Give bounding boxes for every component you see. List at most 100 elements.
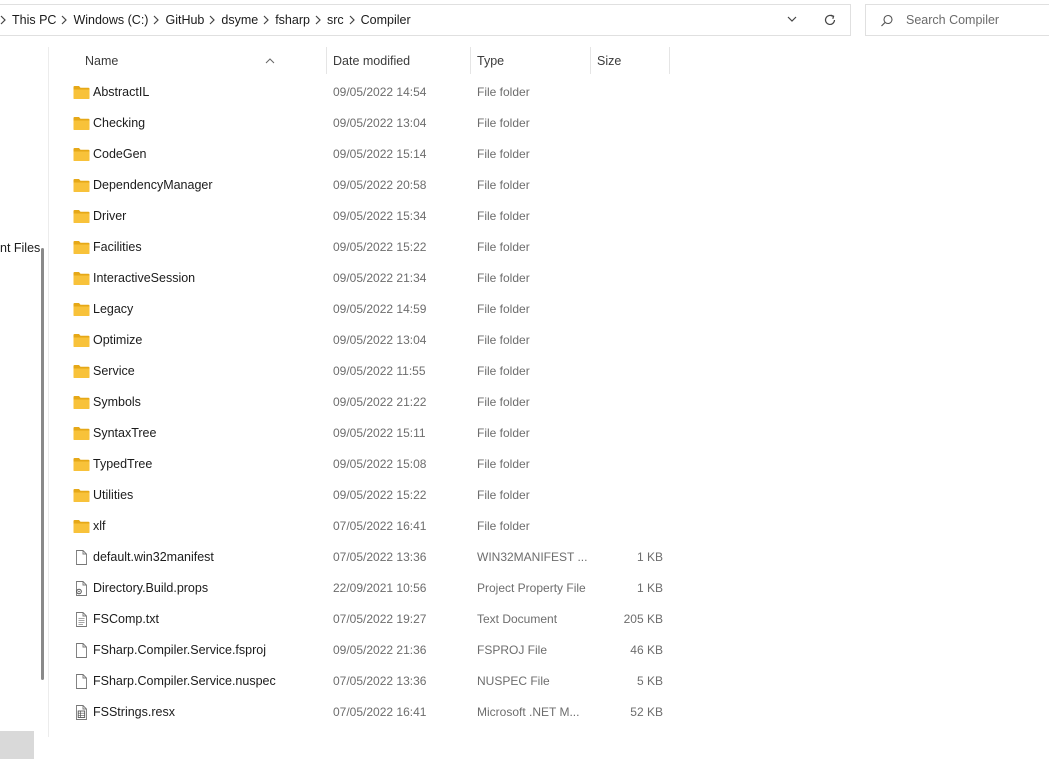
- breadcrumb-item-fsharp[interactable]: fsharp: [272, 13, 313, 27]
- column-divider[interactable]: [590, 47, 591, 74]
- file-row[interactable]: SyntaxTree 09/05/2022 15:11 File folder: [66, 418, 670, 449]
- file-date-modified: 09/05/2022 15:14: [333, 147, 427, 161]
- search-box[interactable]: Search Compiler: [865, 4, 1049, 36]
- file-row[interactable]: DependencyManager 09/05/2022 20:58 File …: [66, 170, 670, 201]
- folder-icon: [73, 85, 90, 100]
- file-size: 1 KB: [636, 550, 663, 564]
- breadcrumb-item-compiler[interactable]: Compiler: [358, 13, 414, 27]
- file-date-modified: 09/05/2022 20:58: [333, 178, 427, 192]
- file-date-modified: 09/05/2022 21:36: [333, 643, 427, 657]
- file-name: Directory.Build.props: [93, 581, 209, 595]
- file-date-modified: 09/05/2022 14:54: [333, 85, 427, 99]
- column-divider[interactable]: [470, 47, 471, 74]
- file-size: 205 KB: [623, 612, 663, 626]
- address-bar[interactable]: This PC Windows (C:) GitHub dsyme fsharp…: [0, 4, 851, 36]
- file-type: File folder: [477, 333, 530, 347]
- folder-icon: [73, 209, 90, 224]
- file-type: File folder: [477, 240, 530, 254]
- file-name: Optimize: [93, 333, 143, 347]
- file-type: WIN32MANIFEST ...: [477, 550, 588, 564]
- breadcrumb-item-this-pc[interactable]: This PC: [9, 13, 59, 27]
- column-size[interactable]: Size: [597, 54, 621, 68]
- folder-icon: [73, 488, 90, 503]
- file-date-modified: 09/05/2022 13:04: [333, 333, 427, 347]
- folder-icon: [73, 333, 90, 348]
- file-name: FSharp.Compiler.Service.nuspec: [93, 674, 276, 688]
- file-row[interactable]: InteractiveSession 09/05/2022 21:34 File…: [66, 263, 670, 294]
- chevron-right-icon[interactable]: [151, 5, 162, 35]
- file-type: File folder: [477, 364, 530, 378]
- file-type: File folder: [477, 519, 530, 533]
- text-file-icon: [73, 612, 90, 627]
- nav-item-selected[interactable]: [0, 731, 34, 759]
- file-row[interactable]: Facilities 09/05/2022 15:22 File folder: [66, 232, 670, 263]
- file-icon: [73, 643, 90, 658]
- nav-scrollbar[interactable]: [41, 248, 44, 680]
- file-type: File folder: [477, 457, 530, 471]
- file-row[interactable]: FSComp.txt 07/05/2022 19:27 Text Documen…: [66, 604, 670, 635]
- file-row[interactable]: Service 09/05/2022 11:55 File folder: [66, 356, 670, 387]
- file-date-modified: 09/05/2022 15:22: [333, 488, 427, 502]
- file-row[interactable]: FSharp.Compiler.Service.nuspec 07/05/202…: [66, 666, 670, 697]
- column-date-modified[interactable]: Date modified: [333, 54, 410, 68]
- breadcrumb: This PC Windows (C:) GitHub dsyme fsharp…: [0, 5, 414, 35]
- file-row[interactable]: Utilities 09/05/2022 15:22 File folder: [66, 480, 670, 511]
- breadcrumb-item-src[interactable]: src: [324, 13, 347, 27]
- chevron-right-icon[interactable]: [0, 5, 9, 35]
- file-row[interactable]: AbstractIL 09/05/2022 14:54 File folder: [66, 77, 670, 108]
- file-row[interactable]: FSStrings.resx 07/05/2022 16:41 Microsof…: [66, 697, 670, 728]
- navigation-pane: nt Files: [0, 47, 40, 759]
- file-name: DependencyManager: [93, 178, 213, 192]
- column-header: Name Date modified Type Size: [66, 47, 670, 75]
- file-row[interactable]: default.win32manifest 07/05/2022 13:36 W…: [66, 542, 670, 573]
- folder-icon: [73, 395, 90, 410]
- folder-icon: [73, 240, 90, 255]
- chevron-down-icon[interactable]: [786, 13, 798, 28]
- pane-divider[interactable]: [48, 47, 49, 737]
- file-row[interactable]: FSharp.Compiler.Service.fsproj 09/05/202…: [66, 635, 670, 666]
- file-type: File folder: [477, 488, 530, 502]
- file-size: 1 KB: [636, 581, 663, 595]
- file-name: Driver: [93, 209, 127, 223]
- file-type: Project Property File: [477, 581, 586, 595]
- file-row[interactable]: Directory.Build.props 22/09/2021 10:56 P…: [66, 573, 670, 604]
- file-row[interactable]: Checking 09/05/2022 13:04 File folder: [66, 108, 670, 139]
- file-date-modified: 07/05/2022 13:36: [333, 674, 427, 688]
- chevron-right-icon[interactable]: [261, 5, 272, 35]
- breadcrumb-item-github[interactable]: GitHub: [162, 13, 207, 27]
- file-size: 52 KB: [630, 705, 663, 719]
- file-type: File folder: [477, 426, 530, 440]
- file-row[interactable]: Legacy 09/05/2022 14:59 File folder: [66, 294, 670, 325]
- file-type: FSPROJ File: [477, 643, 548, 657]
- search-icon: [880, 14, 894, 31]
- chevron-right-icon[interactable]: [313, 5, 324, 35]
- refresh-icon[interactable]: [822, 12, 838, 31]
- file-name: xlf: [93, 519, 106, 533]
- file-row[interactable]: Symbols 09/05/2022 21:22 File folder: [66, 387, 670, 418]
- chevron-right-icon[interactable]: [347, 5, 358, 35]
- file-row[interactable]: CodeGen 09/05/2022 15:14 File folder: [66, 139, 670, 170]
- column-divider[interactable]: [326, 47, 327, 74]
- file-date-modified: 09/05/2022 15:34: [333, 209, 427, 223]
- column-name[interactable]: Name: [85, 54, 118, 68]
- file-name: Legacy: [93, 302, 134, 316]
- file-row[interactable]: TypedTree 09/05/2022 15:08 File folder: [66, 449, 670, 480]
- breadcrumb-item-windows-c[interactable]: Windows (C:): [70, 13, 151, 27]
- file-name: Service: [93, 364, 135, 378]
- file-type: NUSPEC File: [477, 674, 550, 688]
- breadcrumb-item-dsyme[interactable]: dsyme: [218, 13, 261, 27]
- resx-file-icon: [73, 705, 90, 720]
- file-row[interactable]: Driver 09/05/2022 15:34 File folder: [66, 201, 670, 232]
- file-size: 46 KB: [630, 643, 663, 657]
- nav-item-label[interactable]: nt Files: [0, 241, 40, 255]
- search-input[interactable]: Search Compiler: [906, 13, 999, 27]
- chevron-right-icon[interactable]: [207, 5, 218, 35]
- file-row[interactable]: xlf 07/05/2022 16:41 File folder: [66, 511, 670, 542]
- folder-icon: [73, 364, 90, 379]
- chevron-right-icon[interactable]: [59, 5, 70, 35]
- file-date-modified: 09/05/2022 15:22: [333, 240, 427, 254]
- column-type[interactable]: Type: [477, 54, 504, 68]
- column-divider[interactable]: [669, 47, 670, 74]
- folder-icon: [73, 426, 90, 441]
- file-row[interactable]: Optimize 09/05/2022 13:04 File folder: [66, 325, 670, 356]
